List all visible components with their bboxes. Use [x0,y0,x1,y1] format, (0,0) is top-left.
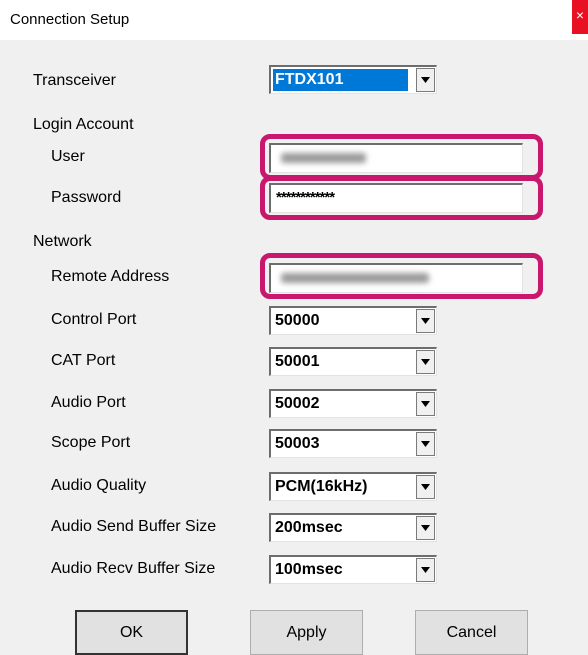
apply-button[interactable]: Apply [250,610,363,655]
audio-port-value: 50002 [275,395,320,412]
control-port-value: 50000 [275,312,320,329]
scope-port-value: 50003 [275,435,320,452]
transceiver-value: FTDX101 [273,69,408,91]
audio-quality-label: Audio Quality [51,477,147,494]
control-port-label: Control Port [51,311,137,328]
audio-send-buffer-select[interactable]: 200msec [269,513,437,542]
cancel-button[interactable]: Cancel [415,610,528,655]
remote-address-label: Remote Address [51,268,170,285]
transceiver-select[interactable]: FTDX101 [269,65,437,94]
cat-port-select[interactable]: 50001 [269,347,437,376]
scope-port-label: Scope Port [51,434,131,451]
audio-recv-buffer-value: 100msec [275,561,343,578]
chevron-down-icon[interactable] [416,392,435,416]
ok-button[interactable]: OK [75,610,188,655]
scope-port-select[interactable]: 50003 [269,429,437,458]
cat-port-value: 50001 [275,353,320,370]
title-bar: Connection Setup × [0,0,588,40]
window-title: Connection Setup [10,11,130,28]
password-label: Password [51,189,122,206]
login-account-heading: Login Account [33,116,134,133]
network-heading: Network [33,233,92,250]
audio-quality-value: PCM(16kHz) [275,478,368,495]
audio-recv-buffer-select[interactable]: 100msec [269,555,437,584]
audio-recv-buffer-label: Audio Recv Buffer Size [51,560,216,577]
audio-send-buffer-label: Audio Send Buffer Size [51,518,217,535]
audio-quality-select[interactable]: PCM(16kHz) [269,472,437,501]
chevron-down-icon[interactable] [416,475,435,499]
chevron-down-icon[interactable] [416,68,435,92]
chevron-down-icon[interactable] [416,350,435,374]
chevron-down-icon[interactable] [416,432,435,456]
chevron-down-icon[interactable] [416,558,435,582]
audio-send-buffer-value: 200msec [275,519,343,536]
user-highlight [260,134,543,180]
control-port-select[interactable]: 50000 [269,306,437,335]
remote-address-highlight [260,253,543,299]
chevron-down-icon[interactable] [416,309,435,333]
chevron-down-icon[interactable] [416,516,435,540]
password-highlight [260,176,543,220]
audio-port-label: Audio Port [51,394,126,411]
close-button[interactable]: × [572,0,588,34]
cat-port-label: CAT Port [51,352,116,369]
transceiver-label: Transceiver [33,72,116,89]
audio-port-select[interactable]: 50002 [269,389,437,418]
user-label: User [51,148,85,165]
